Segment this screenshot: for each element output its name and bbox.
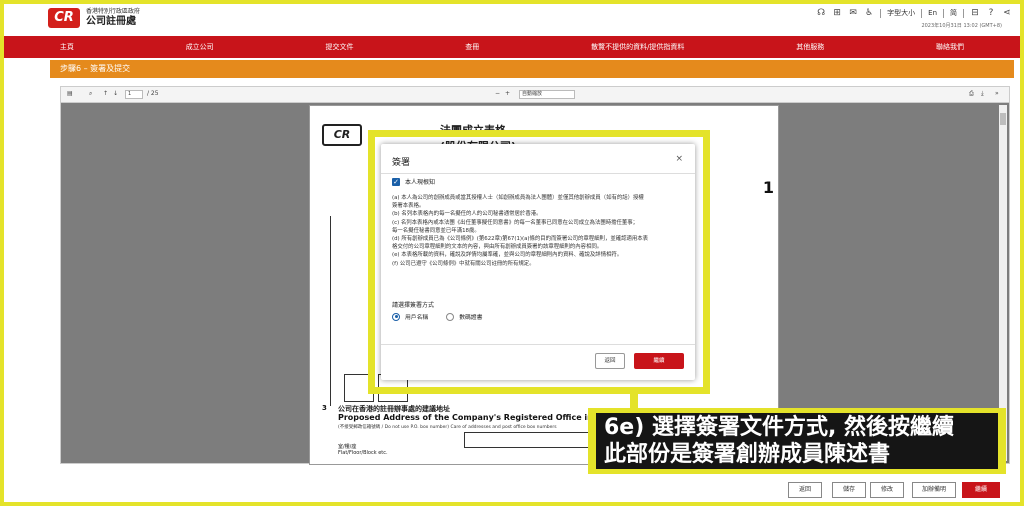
- callout-box: 6e) 選擇簽署文件方式, 然後按繼續 此部份是簽署創辦成員陳述書: [588, 408, 1006, 474]
- headset-icon[interactable]: ☊: [816, 8, 826, 18]
- sidebar-toggle-icon[interactable]: ▤: [67, 90, 73, 97]
- statement-line: (c) 名列本表格內或本法團《出任董事擬任同意書》的每一名董事已同意在公司成立為…: [392, 219, 639, 226]
- help-icon[interactable]: ?: [986, 8, 996, 18]
- statement-line: (f) 公司已遵守《公司條例》中就有關公司註冊的所有規定。: [392, 260, 535, 267]
- header-tools: ☊ ⊞ ✉ ♿ 字型大小 En 简 ⊟ ? ⋖: [816, 8, 1012, 18]
- save-button[interactable]: 儲存: [832, 482, 866, 498]
- search-icon[interactable]: ⌕: [89, 90, 92, 98]
- mail-icon[interactable]: ✉: [848, 8, 858, 18]
- radio-username[interactable]: [392, 312, 400, 321]
- more-tools-icon[interactable]: »: [995, 90, 999, 97]
- zoom-in-icon[interactable]: +: [505, 90, 510, 97]
- lang-en-link[interactable]: En: [928, 9, 937, 17]
- pdf-rule: [330, 216, 331, 406]
- pdf-section-note: (不接受郵政信箱號碼 / Do not use P.O. box number)…: [338, 425, 557, 430]
- pdf-cr-logo: CR: [322, 124, 362, 146]
- back-button[interactable]: 返回: [788, 482, 822, 498]
- nav-item-other-services[interactable]: 其他服務: [796, 42, 824, 52]
- divider: [963, 8, 964, 18]
- lang-sc-link[interactable]: 简: [950, 8, 957, 18]
- download-icon[interactable]: ⤓: [981, 90, 984, 98]
- step-title-bar: 步驟6 – 簽署及提交: [50, 60, 1014, 78]
- share-icon[interactable]: ⋖: [1002, 8, 1012, 18]
- divider: [943, 8, 944, 18]
- radio-digital-cert-label[interactable]: 數碼證書: [459, 312, 482, 321]
- cart-icon[interactable]: ⊞: [832, 8, 842, 18]
- logo-text: 香港特別行政區政府 公司註冊處: [86, 8, 140, 28]
- callout-line2: 此部份是簽署創辦成員陳述書: [604, 442, 891, 467]
- prev-page-icon[interactable]: ↑: [103, 90, 108, 97]
- signing-method-label: 請選擇簽署方式: [392, 302, 435, 309]
- modal-divider: [381, 173, 695, 174]
- checkbox-checked-icon[interactable]: ✓: [392, 177, 400, 186]
- radio-username-label[interactable]: 用戶名稱: [405, 312, 428, 321]
- divider: [921, 8, 923, 18]
- font-size-link[interactable]: 字型大小: [887, 8, 915, 18]
- modal-title: 簽署: [392, 158, 411, 168]
- statement-line: 格交付的公司章程細則的文本的內容，與由所有創辦成員簽署的該章程細則的內容相同。: [392, 244, 603, 251]
- next-page-icon[interactable]: ↓: [113, 90, 118, 97]
- pdf-form-number: 1: [762, 178, 774, 197]
- office-name: 公司註冊處: [86, 16, 136, 27]
- site-header: CR 香港特別行政區政府 公司註冊處 ☊ ⊞ ✉ ♿ 字型大小 En 简 ⊟ ?…: [4, 4, 1020, 36]
- main-nav: 主頁 成立公司 提交文件 查冊 散覽不提供的資料/提供指資料 其他服務 聯絡我們: [4, 36, 1020, 58]
- page-total: / 25: [147, 90, 159, 97]
- screenshot-frame: CR 香港特別行政區政府 公司註冊處 ☊ ⊞ ✉ ♿ 字型大小 En 简 ⊟ ?…: [0, 0, 1024, 506]
- add-note-button[interactable]: 加辦備明: [912, 482, 956, 498]
- nav-item-file-documents[interactable]: 提交文件: [325, 42, 353, 52]
- nav-item-search[interactable]: 查冊: [465, 42, 479, 52]
- statement-line: (e) 本表格所載的資料，確說及詳情均屬準確，並與公司的章程細則內的資料、確說及…: [392, 252, 623, 259]
- modal-divider: [381, 344, 695, 345]
- pdf-section-number: 3: [322, 404, 327, 412]
- scroll-thumb[interactable]: [1000, 113, 1006, 125]
- accessibility-icon[interactable]: ♿: [864, 8, 874, 18]
- confirm-checkbox-label: 本人現根知: [405, 179, 436, 186]
- statement-line: (b) 名列本表格內的每一名擬任的人的公司秘書通常居於香港。: [392, 211, 542, 218]
- timestamp: 2023年10月31日 13:02 (GMT+8): [921, 23, 1002, 29]
- statement-line: 簽署本表格。: [392, 203, 425, 210]
- nav-item-incorporate[interactable]: 成立公司: [186, 42, 214, 52]
- continue-button[interactable]: 繼續: [962, 482, 1000, 498]
- pdf-address-box: [464, 432, 600, 448]
- gov-name: 香港特別行政區政府: [86, 8, 141, 15]
- page-number-input[interactable]: 1: [125, 90, 143, 99]
- pdf-flat-en: Flat/Floor/Block etc.: [338, 450, 388, 456]
- signature-modal: 簽署 × ✓ 本人現根知 (a) 本人為公司的創辦成員或當其授權人士（如創辦成員…: [381, 144, 695, 380]
- statement-line: 每一名擬任秘書同意並已年滿18歲。: [392, 227, 480, 234]
- zoom-out-icon[interactable]: −: [495, 90, 500, 97]
- modal-continue-button[interactable]: 繼續: [634, 353, 684, 369]
- pdf-section-title-en: Proposed Address of the Company's Regist…: [338, 413, 593, 422]
- nav-item-contact[interactable]: 聯絡我們: [936, 42, 964, 52]
- cr-logo[interactable]: CR: [48, 8, 80, 28]
- confirm-checkbox-row[interactable]: ✓ 本人現根知: [392, 177, 435, 186]
- pdf-flat-label: 室/樓/座 Flat/Floor/Block etc.: [338, 444, 388, 456]
- zoom-select[interactable]: 自動縮放: [519, 90, 575, 99]
- statement-line: (d) 所有創辦成員已為《公司條例》(第622章)第67(1)(a)條的目的而簽…: [392, 236, 649, 243]
- close-icon[interactable]: ×: [675, 154, 683, 164]
- nav-item-home[interactable]: 主頁: [60, 42, 74, 52]
- callout-text: 6e) 選擇簽署文件方式, 然後按繼續 此部份是簽署創辦成員陳述書: [596, 413, 998, 469]
- edit-button[interactable]: 修改: [870, 482, 904, 498]
- statement-line: (a) 本人為公司的創辦成員或當其授權人士（如創辦成員為法人團體）並僅其他創辦成…: [392, 195, 644, 201]
- sitemap-icon[interactable]: ⊟: [970, 8, 980, 18]
- nav-item-protected-info[interactable]: 散覽不提供的資料/提供指資料: [591, 42, 684, 52]
- divider: [880, 8, 882, 18]
- pdf-toolbar: ▤ ⌕ ↑ ↓ 1 / 25 − + 自動縮放 ⎙ ⤓ »: [61, 87, 1009, 103]
- signing-method-options: 用戶名稱 數碼證書: [392, 312, 482, 321]
- print-icon[interactable]: ⎙: [969, 90, 974, 98]
- radio-digital-cert[interactable]: [446, 312, 455, 321]
- modal-back-button[interactable]: 返回: [595, 353, 625, 369]
- statement-list: (a) 本人為公司的創辦成員或當其授權人士（如創辦成員為法人團體）並僅其他創辦成…: [392, 194, 684, 268]
- bottom-actions: 返回 儲存 修改 加辦備明 繼續: [4, 478, 1020, 500]
- callout-line1: 6e) 選擇簽署文件方式, 然後按繼續: [604, 415, 954, 440]
